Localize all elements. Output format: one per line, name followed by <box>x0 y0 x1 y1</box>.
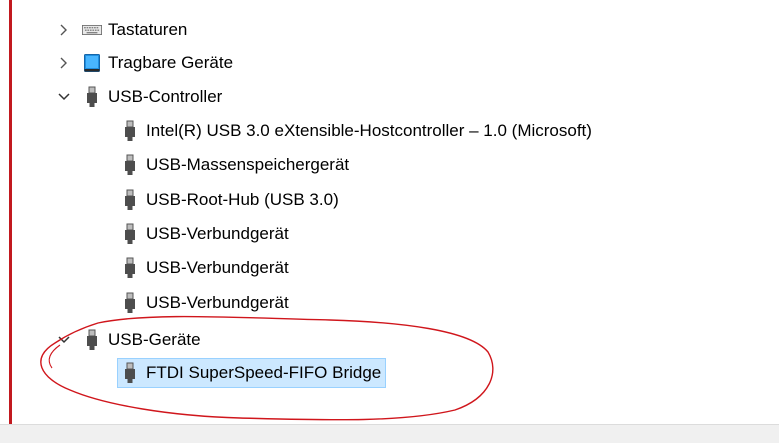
tree-node-label: USB-Geräte <box>108 330 201 349</box>
usb-plug-icon <box>120 119 140 143</box>
tree-leaf-usb-verbundgeraet-1[interactable]: USB-Verbundgerät <box>120 219 289 249</box>
tree-leaf-label: USB-Verbundgerät <box>146 258 289 277</box>
tree-leaf-label: USB-Verbundgerät <box>146 224 289 243</box>
usb-plug-icon <box>82 328 102 352</box>
tree-leaf-label: Intel(R) USB 3.0 eXtensible-Hostcontroll… <box>146 121 592 140</box>
chevron-down-icon[interactable] <box>54 82 74 112</box>
chevron-right-icon[interactable] <box>54 15 74 45</box>
tree-leaf-label: USB-Massenspeichergerät <box>146 155 350 174</box>
tree-leaf-usb-verbundgeraet-2[interactable]: USB-Verbundgerät <box>120 253 289 283</box>
tree-node-usb-geraete[interactable]: USB-Geräte <box>54 325 201 355</box>
tree-node-label: USB-Controller <box>108 87 223 106</box>
tree-node-label: Tragbare Geräte <box>108 53 234 72</box>
usb-plug-icon <box>82 85 102 109</box>
tree-node-tastaturen[interactable]: Tastaturen <box>54 15 187 45</box>
tree-leaf-usb-verbundgeraet-3[interactable]: USB-Verbundgerät <box>120 288 289 318</box>
device-tree: Tastaturen Tragbare Geräte USB-Controlle… <box>0 0 779 424</box>
tree-leaf-ftdi-bridge-selected[interactable]: FTDI SuperSpeed-FIFO Bridge <box>117 358 387 388</box>
tree-leaf-usb-root-hub[interactable]: USB-Root-Hub (USB 3.0) <box>120 185 339 215</box>
usb-plug-icon <box>120 291 140 315</box>
chevron-right-icon[interactable] <box>54 48 74 78</box>
tree-leaf-label: FTDI SuperSpeed-FIFO Bridge <box>146 363 382 382</box>
tree-leaf-label: USB-Root-Hub (USB 3.0) <box>146 190 339 209</box>
tree-leaf-label: USB-Verbundgerät <box>146 293 289 312</box>
status-bar <box>0 424 779 443</box>
tree-node-label: Tastaturen <box>108 20 188 39</box>
chevron-down-icon[interactable] <box>54 325 74 355</box>
usb-plug-icon <box>120 222 140 246</box>
portable-device-icon <box>82 51 102 75</box>
tree-node-usb-controller[interactable]: USB-Controller <box>54 82 222 112</box>
usb-plug-icon <box>120 256 140 280</box>
keyboard-icon <box>82 18 102 42</box>
tree-node-tragbare-geraete[interactable]: Tragbare Geräte <box>54 48 233 78</box>
usb-plug-icon <box>120 188 140 212</box>
tree-leaf-usb-massenspeicher[interactable]: USB-Massenspeichergerät <box>120 150 349 180</box>
usb-plug-icon <box>120 153 140 177</box>
tree-leaf-intel-usb-host[interactable]: Intel(R) USB 3.0 eXtensible-Hostcontroll… <box>120 116 592 146</box>
usb-plug-icon <box>120 361 140 385</box>
